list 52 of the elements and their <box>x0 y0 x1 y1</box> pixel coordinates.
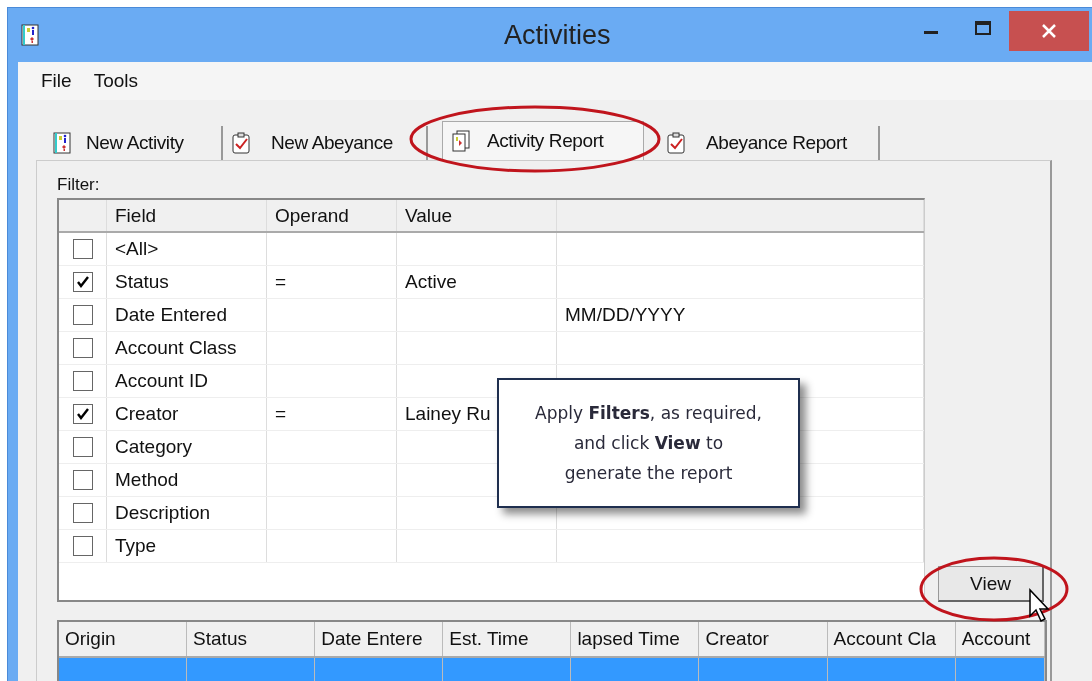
checkbox[interactable] <box>72 404 93 424</box>
notebook-icon <box>20 24 40 46</box>
table-cell: <All> <box>115 238 159 260</box>
column-header[interactable]: Operand <box>267 200 397 231</box>
close-icon <box>1040 22 1058 40</box>
view-button[interactable]: View <box>938 566 1044 602</box>
table-cell: Category <box>115 436 193 458</box>
column-header[interactable]: Creator <box>699 622 828 656</box>
checkbox[interactable] <box>72 470 93 490</box>
table-cell: Date Entered <box>115 304 227 326</box>
checkbox[interactable] <box>72 536 93 556</box>
table-cell: = <box>275 271 287 293</box>
table-cell: Status <box>115 271 169 293</box>
clipboard-check-icon <box>666 132 686 154</box>
table-cell: = <box>275 403 287 425</box>
report-icon <box>451 130 471 152</box>
minimize-icon <box>924 30 938 34</box>
table-cell: Active <box>405 271 457 293</box>
table-cell: Account Class <box>115 337 237 359</box>
table-cell: Account ID <box>115 370 208 392</box>
clipboard-check-icon <box>231 132 251 154</box>
checkbox[interactable] <box>72 305 93 325</box>
checkbox[interactable] <box>72 503 93 523</box>
table-cell: Lainey Ru <box>405 403 491 425</box>
table-cell: Method <box>115 469 179 491</box>
column-header[interactable]: Account Cla <box>827 622 956 656</box>
notebook-icon <box>52 132 72 154</box>
callout-text: Apply Filters, as required, and click View to generate the report <box>534 402 763 485</box>
table-cell: Creator <box>115 403 179 425</box>
menu-item[interactable]: File <box>30 70 83 92</box>
maximize-icon <box>974 19 992 37</box>
menu-item[interactable]: Tools <box>82 70 149 92</box>
window-title: Activities <box>504 20 611 51</box>
column-header[interactable]: Value <box>397 200 557 231</box>
column-header[interactable]: Origin <box>59 622 188 656</box>
checkbox[interactable] <box>72 437 93 457</box>
column-header[interactable]: Est. Time <box>443 622 572 656</box>
table-cell: MM/DD/YYYY <box>565 304 686 326</box>
column-header[interactable]: Status <box>187 622 316 656</box>
checkbox[interactable] <box>72 338 93 358</box>
tab[interactable]: Activity Report <box>442 121 644 160</box>
column-header[interactable]: lapsed Time <box>571 622 700 656</box>
column-header[interactable]: Account <box>955 622 1046 656</box>
table-cell: Type <box>115 535 157 557</box>
checkbox[interactable] <box>72 239 93 259</box>
filter-label: Filter: <box>57 175 100 195</box>
checkbox[interactable] <box>72 272 93 292</box>
checkbox[interactable] <box>72 371 93 391</box>
column-header[interactable]: Date Entere <box>315 622 444 656</box>
column-header[interactable]: Field <box>107 200 267 231</box>
header-cell <box>59 200 107 231</box>
table-cell: Description <box>115 502 211 524</box>
